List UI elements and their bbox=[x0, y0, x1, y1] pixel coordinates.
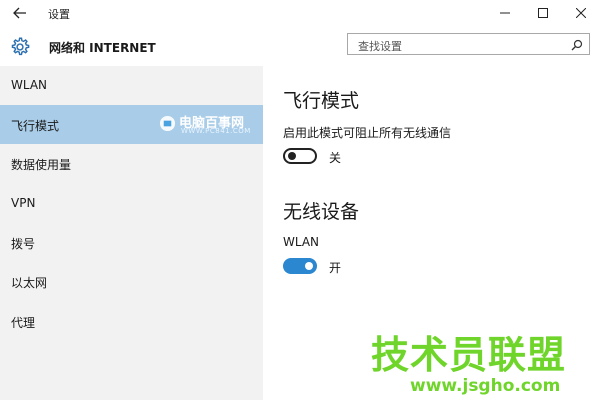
watermark-url: www.jsgho.com bbox=[410, 376, 561, 396]
sidebar-item-label: VPN bbox=[11, 196, 36, 210]
wireless-devices-heading: 无线设备 bbox=[283, 201, 360, 223]
wlan-toggle-label: 开 bbox=[329, 261, 342, 275]
sidebar-item-label: 数据使用量 bbox=[11, 158, 72, 172]
arrow-left-icon bbox=[13, 7, 26, 19]
sidebar-item-proxy[interactable]: 代理 bbox=[0, 302, 263, 341]
settings-header: 网络和 INTERNET 查找设置 bbox=[0, 26, 600, 66]
sidebar-item-label: 以太网 bbox=[11, 276, 48, 290]
watermark-logo-small: 电脑百事网 WWW.PC841.COM bbox=[157, 112, 267, 138]
sidebar-item-label: 飞行模式 bbox=[11, 119, 60, 133]
wlan-device-label: WLAN bbox=[283, 235, 320, 249]
minimize-button[interactable] bbox=[488, 0, 522, 26]
sidebar-item-label: 代理 bbox=[11, 316, 36, 330]
pc841-logo-icon bbox=[159, 115, 176, 132]
sidebar-item-dial-up[interactable]: 拨号 bbox=[0, 223, 263, 262]
section-title: 网络和 INTERNET bbox=[49, 41, 156, 55]
title-bar: 设置 bbox=[0, 0, 600, 26]
sidebar: WLAN 飞行模式 电脑百事网 WWW.PC841.COM 数据使用量 VPN … bbox=[0, 66, 263, 400]
sidebar-item-data-usage[interactable]: 数据使用量 bbox=[0, 144, 263, 183]
toggle-knob bbox=[305, 262, 313, 270]
minimize-icon bbox=[500, 12, 510, 14]
sidebar-item-label: WLAN bbox=[11, 78, 48, 92]
sidebar-item-airplane-mode[interactable]: 飞行模式 电脑百事网 WWW.PC841.COM bbox=[0, 105, 263, 144]
maximize-button[interactable] bbox=[526, 0, 560, 26]
close-button[interactable] bbox=[564, 0, 598, 26]
close-icon bbox=[576, 8, 586, 18]
airplane-mode-toggle[interactable] bbox=[283, 148, 317, 164]
sidebar-item-label: 拨号 bbox=[11, 237, 36, 251]
maximize-icon bbox=[538, 8, 548, 18]
back-button[interactable] bbox=[11, 4, 29, 22]
search-icon[interactable] bbox=[570, 38, 584, 52]
sidebar-item-wlan[interactable]: WLAN bbox=[0, 66, 263, 105]
airplane-mode-heading: 飞行模式 bbox=[283, 90, 360, 112]
gear-icon bbox=[11, 37, 30, 56]
airplane-mode-description: 启用此模式可阻止所有无线通信 bbox=[283, 126, 452, 140]
wlan-toggle[interactable] bbox=[283, 258, 317, 274]
watermark-jsgho: 技术员联盟 www.jsgho.com bbox=[366, 322, 600, 400]
window-title: 设置 bbox=[48, 8, 70, 21]
toggle-knob bbox=[288, 152, 296, 160]
sidebar-item-vpn[interactable]: VPN bbox=[0, 184, 263, 223]
watermark-small-url: WWW.PC841.COM bbox=[181, 127, 251, 135]
sidebar-item-ethernet[interactable]: 以太网 bbox=[0, 262, 263, 301]
search-input[interactable]: 查找设置 bbox=[347, 33, 590, 55]
watermark-text: 技术员联盟 bbox=[371, 333, 567, 377]
airplane-mode-toggle-label: 关 bbox=[329, 151, 342, 165]
search-placeholder: 查找设置 bbox=[358, 40, 402, 53]
